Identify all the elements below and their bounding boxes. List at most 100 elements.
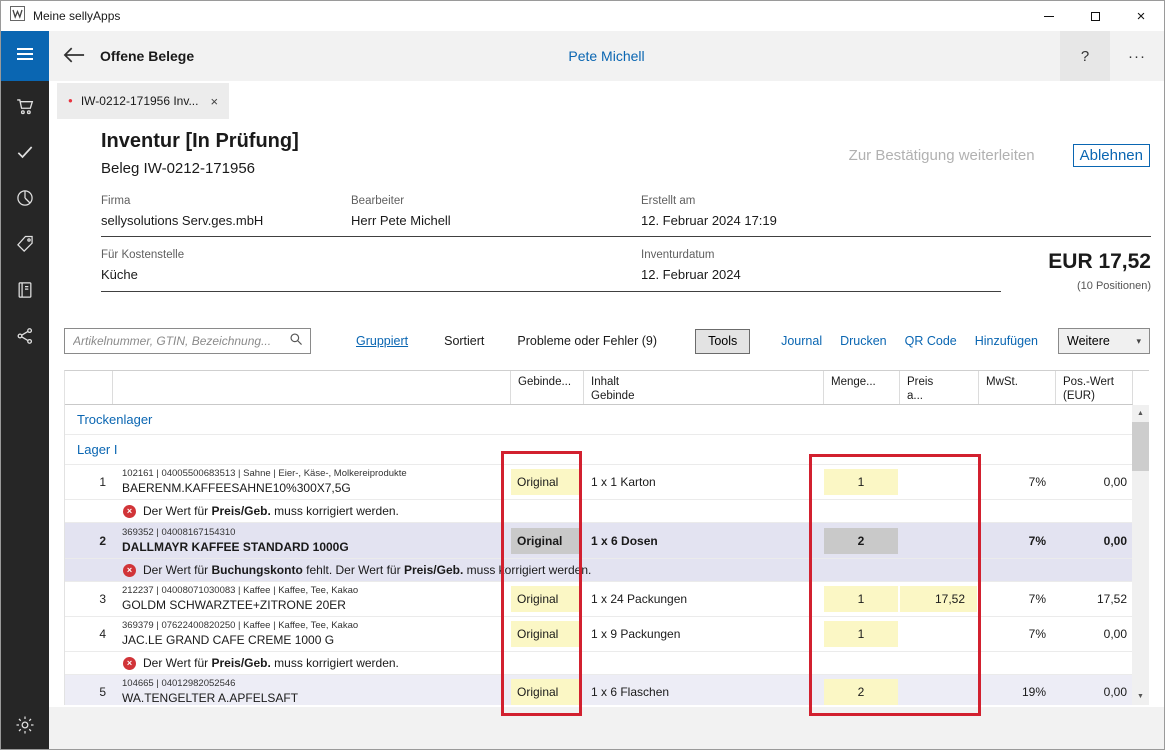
journal-link[interactable]: Journal — [781, 334, 822, 348]
mwst-cell: 7% — [978, 592, 1055, 606]
col-pos-wert[interactable]: Pos.-Wert(EUR) — [1055, 371, 1133, 404]
gruppiert-toggle[interactable]: Gruppiert — [356, 334, 408, 348]
menge-cell[interactable]: 1 — [824, 469, 898, 495]
wert-cell: 17,52 — [1055, 592, 1133, 606]
article-meta: 369379 | 07622400820250 | Kaffee | Kaffe… — [122, 620, 510, 632]
gebinde-cell[interactable]: Original — [511, 679, 582, 705]
tab-inventur[interactable]: ● IW-0212-171956 Inv... × — [57, 83, 229, 119]
sortiert-toggle[interactable]: Sortiert — [444, 334, 484, 348]
scroll-up-icon[interactable]: ▲ — [1132, 405, 1149, 422]
positions-table: Gebinde... InhaltGebinde Menge... Preisa… — [64, 370, 1149, 705]
tools-button[interactable]: Tools — [695, 329, 750, 354]
gebinde-cell[interactable]: Original — [511, 528, 582, 554]
scroll-down-icon[interactable]: ▼ — [1132, 688, 1149, 705]
preis-cell[interactable]: 17,52 — [900, 586, 977, 612]
error-message: Der Wert für Preis/Geb. muss korrigiert … — [143, 504, 399, 518]
col-mwst[interactable]: MwSt. — [978, 371, 1055, 404]
help-button[interactable]: ? — [1060, 31, 1110, 81]
error-icon: × — [123, 505, 136, 518]
document-total: EUR 17,52 (10 Positionen) — [1001, 249, 1151, 292]
vertical-scrollbar[interactable]: ▲ ▼ — [1132, 405, 1149, 705]
cart-icon[interactable] — [14, 95, 36, 117]
tab-close-button[interactable]: × — [210, 94, 218, 109]
checkmark-icon[interactable] — [14, 141, 36, 163]
table-row[interactable]: 4 369379 | 07622400820250 | Kaffee | Kaf… — [65, 617, 1132, 652]
user-name[interactable]: Pete Michell — [568, 48, 644, 64]
close-button[interactable]: × — [1118, 1, 1164, 31]
row-error: × Der Wert für Preis/Geb. muss korrigier… — [65, 500, 1132, 523]
search-input[interactable] — [73, 334, 289, 348]
preis-cell[interactable] — [900, 528, 977, 554]
preis-cell[interactable] — [900, 679, 977, 705]
article-meta: 369352 | 04008167154310 — [122, 527, 510, 539]
gebinde-cell[interactable]: Original — [511, 586, 582, 612]
table-row[interactable]: 1 102161 | 04005500683513 | Sahne | Eier… — [65, 465, 1132, 500]
preis-cell[interactable] — [900, 621, 977, 647]
settings-button[interactable] — [1, 715, 49, 750]
more-options-button[interactable]: ··· — [1110, 31, 1164, 81]
menge-cell[interactable]: 1 — [824, 621, 898, 647]
ledger-icon[interactable] — [14, 279, 36, 301]
mwst-cell: 19% — [978, 685, 1055, 699]
probleme-filter[interactable]: Probleme oder Fehler (9) — [517, 334, 657, 348]
col-inhalt-gebinde[interactable]: InhaltGebinde — [583, 371, 823, 404]
back-button[interactable] — [49, 46, 85, 67]
drucken-link[interactable]: Drucken — [840, 334, 887, 348]
weitere-dropdown[interactable]: Weitere ▾ — [1058, 328, 1150, 354]
scrollbar-thumb[interactable] — [1132, 422, 1149, 471]
inhalt-cell: 1 x 1 Karton — [583, 475, 823, 489]
share-network-icon[interactable] — [14, 325, 36, 347]
article-name: DALLMAYR KAFFEE STANDARD 1000G — [122, 540, 510, 555]
table-row[interactable]: 3 212237 | 04008071030083 | Kaffee | Kaf… — [65, 582, 1132, 617]
fields-row-1: Firma sellysolutions Serv.ges.mbH Bearbe… — [101, 195, 1151, 237]
group-row-lager-1[interactable]: Lager I — [65, 435, 1132, 465]
article-meta: 104665 | 04012982052546 — [122, 678, 510, 690]
table-row[interactable]: 5 104665 | 04012982052546 WA.TENGELTER A… — [65, 675, 1132, 705]
table-row-selected[interactable]: 2 369352 | 04008167154310 DALLMAYR KAFFE… — [65, 523, 1132, 559]
preis-cell[interactable] — [900, 469, 977, 495]
field-value: Herr Pete Michell — [351, 213, 641, 228]
pie-chart-icon[interactable] — [14, 187, 36, 209]
menge-cell[interactable]: 1 — [824, 586, 898, 612]
position-count: (10 Positionen) — [1001, 280, 1151, 292]
close-icon: × — [1137, 8, 1146, 25]
weitere-label: Weitere — [1067, 334, 1110, 348]
inhalt-cell: 1 x 9 Packungen — [583, 627, 823, 641]
menge-cell[interactable]: 2 — [824, 528, 898, 554]
gebinde-cell[interactable]: Original — [511, 469, 582, 495]
search-icon[interactable] — [289, 332, 303, 351]
col-menge[interactable]: Menge... — [823, 371, 899, 404]
forward-button: Zur Bestätigung weiterleiten — [849, 147, 1035, 164]
wert-cell: 0,00 — [1055, 627, 1133, 641]
tab-label: IW-0212-171956 Inv... — [81, 94, 199, 108]
gebinde-cell[interactable]: Original — [511, 621, 582, 647]
wert-cell: 0,00 — [1055, 534, 1133, 548]
col-preis[interactable]: Preisa... — [899, 371, 978, 404]
app-body: Offene Belege Pete Michell ? ··· ● IW-02… — [1, 31, 1164, 750]
hamburger-icon — [16, 47, 34, 66]
field-inventurdatum: Inventurdatum 12. Februar 2024 — [641, 249, 1001, 283]
price-tag-icon[interactable] — [14, 233, 36, 255]
header-actions: ? ··· — [1060, 31, 1164, 81]
hinzufuegen-link[interactable]: Hinzufügen — [975, 334, 1038, 348]
page-title: Offene Belege — [100, 48, 194, 64]
gear-icon — [15, 715, 35, 740]
group-row-trockenlager[interactable]: Trockenlager — [65, 405, 1132, 435]
total-amount: EUR 17,52 — [1001, 249, 1151, 274]
fields-row-2: Für Kostenstelle Küche Inventurdatum 12.… — [101, 249, 1151, 292]
article-cell: 104665 | 04012982052546 WA.TENGELTER A.A… — [112, 678, 510, 705]
table-body: Trockenlager Lager I 1 102161 | 04005500… — [65, 405, 1133, 705]
field-erstellt-am: Erstellt am 12. Februar 2024 17:19 — [641, 195, 1151, 228]
menge-cell[interactable]: 2 — [824, 679, 898, 705]
main-area: Offene Belege Pete Michell ? ··· ● IW-02… — [49, 31, 1164, 750]
wert-cell: 0,00 — [1055, 685, 1133, 699]
minimize-button[interactable] — [1026, 1, 1072, 31]
article-meta: 102161 | 04005500683513 | Sahne | Eier-,… — [122, 468, 510, 480]
qr-code-link[interactable]: QR Code — [905, 334, 957, 348]
reject-button[interactable]: Ablehnen — [1073, 144, 1150, 167]
document-actions: Zur Bestätigung weiterleiten Ablehnen — [849, 129, 1150, 177]
menu-button[interactable] — [1, 31, 49, 81]
col-gebinde[interactable]: Gebinde... — [510, 371, 583, 404]
chevron-down-icon: ▾ — [1136, 336, 1141, 347]
maximize-button[interactable] — [1072, 1, 1118, 31]
